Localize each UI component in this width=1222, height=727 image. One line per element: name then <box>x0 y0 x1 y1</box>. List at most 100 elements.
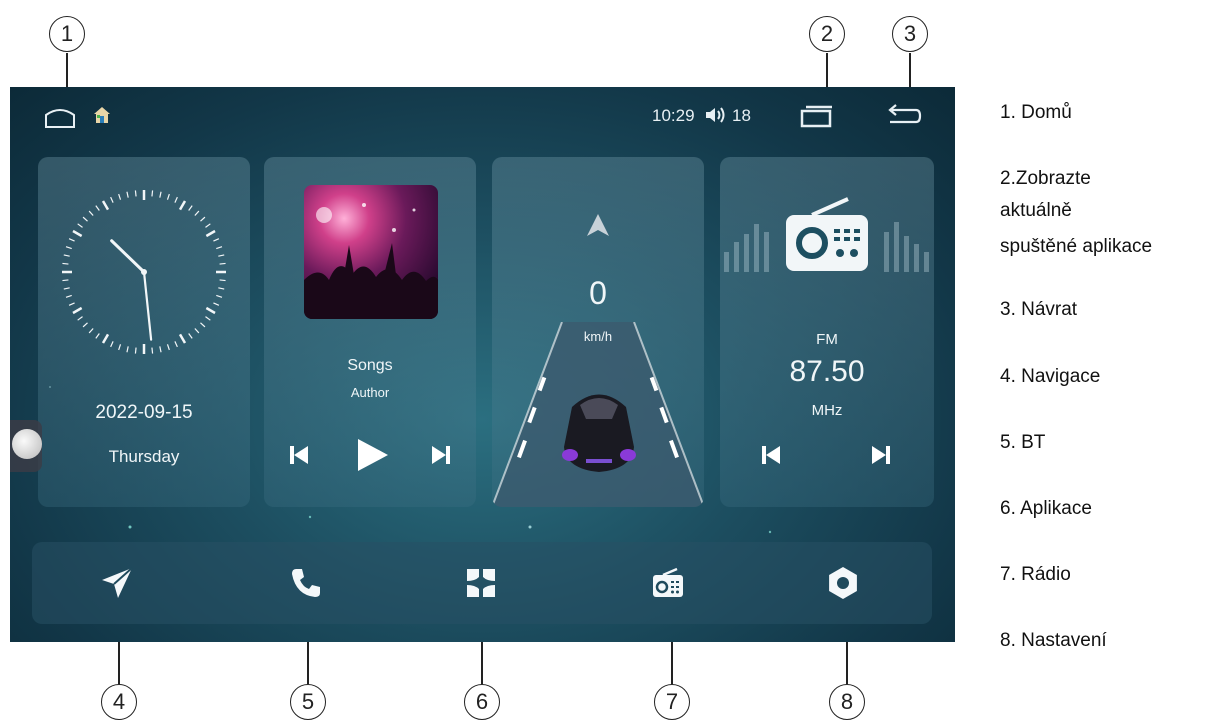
clock-minute-tick <box>159 191 162 198</box>
clock-minute-tick <box>216 294 223 298</box>
callout-line-3 <box>909 53 911 91</box>
legend-item-recent-line3: spuštěné aplikace <box>1000 236 1153 257</box>
clock-minute-tick <box>174 341 178 348</box>
clock-minute-tick <box>151 190 154 197</box>
bottom-dock <box>32 542 932 624</box>
clock-minute-tick <box>213 238 220 242</box>
clock-minute-tick <box>194 210 200 216</box>
floating-assist-button[interactable] <box>10 420 42 472</box>
clock-minute-tick <box>63 254 70 257</box>
clock-minute-tick <box>77 223 83 228</box>
clock-minute-tick <box>188 333 193 339</box>
clock-minute-tick <box>62 262 69 265</box>
clock-hour-tick <box>178 200 187 211</box>
back-icon[interactable] <box>886 104 922 128</box>
callout-6: 6 <box>464 684 500 720</box>
clock-hour-tick <box>101 200 110 211</box>
clock-hour-tick <box>72 306 83 315</box>
speed-value: 0 <box>589 275 607 311</box>
status-time: 10:29 <box>652 106 695 125</box>
callout-7: 7 <box>654 684 690 720</box>
music-card[interactable]: Songs Author <box>264 157 476 507</box>
clock-hour-tick <box>205 306 216 315</box>
clock-minute-tick <box>126 346 129 353</box>
clock-minute-tick <box>82 216 88 222</box>
volume-level: 18 <box>732 106 751 125</box>
house-app-icon[interactable] <box>92 105 112 125</box>
clock-minute-tick <box>219 262 226 265</box>
clock-minute-hand <box>142 270 153 341</box>
clock-minute-tick <box>200 216 206 222</box>
speed-unit: km/h <box>583 329 613 344</box>
next-track-icon[interactable] <box>430 444 452 466</box>
assist-button-circle <box>12 429 42 459</box>
clock-minute-tick <box>188 205 193 211</box>
legend-item-settings: 8. Nastavení <box>1000 630 1107 651</box>
settings-button[interactable] <box>818 558 868 608</box>
clock-minute-tick <box>205 316 211 321</box>
analog-clock <box>62 190 226 354</box>
clock-hour-tick <box>205 229 216 238</box>
phone-button[interactable] <box>281 558 331 608</box>
clock-minute-tick <box>95 333 100 339</box>
apps-button[interactable] <box>456 558 506 608</box>
clock-minute-tick <box>68 238 75 242</box>
status-bar: 10:29 18 <box>10 87 955 142</box>
song-author: Author <box>350 385 390 400</box>
radio-previous-icon[interactable] <box>760 444 782 466</box>
clock-minute-tick <box>218 254 225 257</box>
previous-track-icon[interactable] <box>288 444 310 466</box>
clock-minute-tick <box>110 341 114 348</box>
clock-minute-tick <box>95 205 100 211</box>
navigation-button[interactable] <box>92 558 142 608</box>
clock-minute-tick <box>65 294 72 298</box>
clock-hour-tick <box>72 229 83 238</box>
clock-minute-tick <box>213 302 220 306</box>
navigation-icon <box>102 567 133 598</box>
radio-unit: MHz <box>811 402 843 419</box>
settings-icon <box>829 567 857 599</box>
radio-card[interactable]: FM 87.50 MHz <box>720 157 934 507</box>
clock-hour-hand <box>110 239 146 274</box>
speaker-icon <box>706 107 725 123</box>
play-icon[interactable] <box>356 437 390 473</box>
legend-item-recent-line2: aktuálně <box>1000 200 1072 221</box>
callout-line-1 <box>66 53 68 91</box>
clock-minute-tick <box>218 287 225 290</box>
radio-icon <box>653 567 683 597</box>
legend-item-recent-line1: 2.Zobrazte <box>1000 168 1091 189</box>
legend-item-radio: 7. Rádio <box>1000 564 1071 585</box>
clock-minute-tick <box>166 193 170 200</box>
legend-item-bt: 5. BT <box>1000 432 1046 453</box>
song-title: Songs <box>347 357 393 374</box>
callout-4: 4 <box>101 684 137 720</box>
home-icon[interactable] <box>44 105 76 129</box>
speed-card[interactable]: 0 km/h <box>492 157 704 507</box>
legend-item-back: 3. Návrat <box>1000 299 1078 320</box>
radio-frequency: 87.50 <box>789 355 865 388</box>
clock-minute-tick <box>200 322 206 328</box>
navigation-arrow-icon <box>587 214 609 236</box>
clock-hour-tick <box>178 333 187 344</box>
callout-1: 1 <box>49 16 85 52</box>
radio-button[interactable] <box>643 558 693 608</box>
clock-minute-tick <box>118 344 122 351</box>
callout-8: 8 <box>829 684 865 720</box>
concert-crowd-image <box>304 203 438 319</box>
phone-icon <box>292 569 320 597</box>
clock-minute-tick <box>134 347 137 354</box>
clock-minute-tick <box>166 344 170 351</box>
clock-minute-tick <box>219 279 226 282</box>
clock-date: 2022-09-15 <box>95 402 193 423</box>
clock-card[interactable]: 2022-09-15 Thursday <box>38 157 250 507</box>
clock-weekday: Thursday <box>108 447 180 466</box>
radio-icon-large <box>786 197 868 271</box>
album-art[interactable] <box>304 185 438 319</box>
clock-minute-tick <box>159 346 162 353</box>
callout-5: 5 <box>290 684 326 720</box>
radio-next-icon[interactable] <box>870 444 892 466</box>
recent-apps-icon[interactable] <box>800 104 834 128</box>
legend-item-home: 1. Domů <box>1000 102 1072 123</box>
radio-band: FM <box>816 331 838 348</box>
callout-line-2 <box>826 53 828 91</box>
